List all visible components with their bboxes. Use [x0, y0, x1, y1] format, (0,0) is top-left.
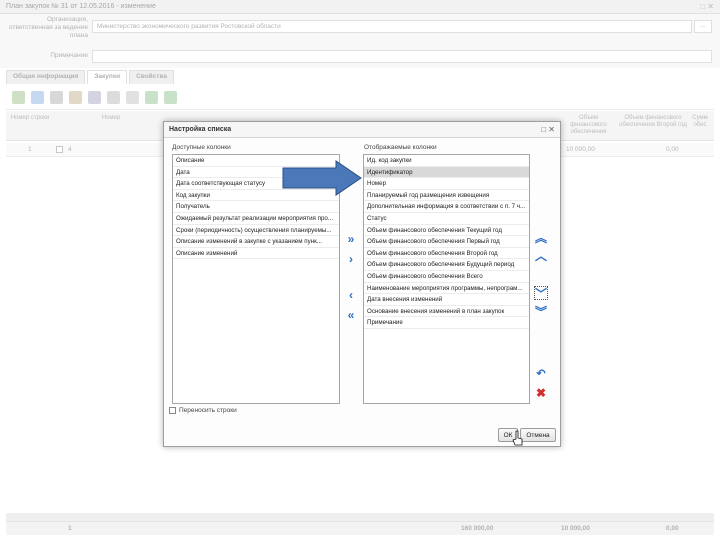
list-item[interactable]: Описание изменений	[173, 248, 339, 260]
move-all-left-icon[interactable]: «	[344, 308, 358, 322]
move-right-icon[interactable]: ›	[344, 252, 358, 266]
list-item[interactable]: Описание изменений в закупке с указанием…	[173, 236, 339, 248]
available-columns-label: Доступные колонки	[172, 144, 231, 151]
hand-cursor-icon	[512, 430, 523, 446]
list-item[interactable]: Объем финансового обеспечения Текущий го…	[364, 225, 529, 237]
list-item[interactable]: Наименование мероприятия программы, непр…	[364, 283, 529, 295]
list-item[interactable]: Номер	[364, 178, 529, 190]
move-down-icon[interactable]: ﹀	[534, 286, 548, 301]
displayed-columns-list[interactable]: Ид. код закупки Идентификатор Номер Планиру…	[363, 154, 530, 404]
wrap-lines-checkbox[interactable]	[169, 407, 176, 414]
annotation-arrow-icon	[282, 160, 362, 196]
cancel-button[interactable]: Отмена	[520, 428, 556, 442]
list-item[interactable]: Дополнительная информация в соответствии…	[364, 201, 529, 213]
delete-icon[interactable]: ✖	[534, 386, 548, 400]
list-item[interactable]: Объем финансового обеспечения Всего	[364, 271, 529, 283]
move-bottom-icon[interactable]: ︾	[534, 304, 548, 319]
move-all-right-icon[interactable]: »	[344, 232, 358, 246]
list-item[interactable]: Сроки (периодичность) осуществления план…	[173, 225, 339, 237]
move-left-icon[interactable]: ‹	[344, 288, 358, 302]
dialog-titlebar: Настройка списка □ ✕	[164, 122, 560, 138]
list-item[interactable]: Статус	[364, 213, 529, 225]
list-item[interactable]: Ожидаемый результат реализации мероприят…	[173, 213, 339, 225]
list-item[interactable]: Идентификатор	[364, 166, 529, 179]
list-item[interactable]: Примечание	[364, 317, 529, 329]
list-item[interactable]: Объем финансового обеспечения Второй год	[364, 248, 529, 260]
list-item[interactable]: Объем финансового обеспечения Первый год	[364, 236, 529, 248]
undo-icon[interactable]: ↶	[534, 366, 548, 380]
list-settings-dialog: Настройка списка □ ✕ Доступные колонки О…	[163, 121, 561, 447]
list-item[interactable]: Основание внесения изменений в план заку…	[364, 306, 529, 318]
displayed-columns-label: Отображаемые колонки	[364, 144, 437, 151]
move-top-icon[interactable]: ︽	[534, 230, 548, 245]
list-item[interactable]: Ид. код закупки	[364, 155, 529, 167]
dialog-title: Настройка списка	[169, 126, 232, 133]
list-item[interactable]: Объем финансового обеспечения Будущий пе…	[364, 259, 529, 271]
move-up-icon[interactable]: ︿	[534, 248, 548, 263]
wrap-lines-label: Переносить строки	[179, 407, 237, 414]
dialog-controls[interactable]: □ ✕	[541, 125, 555, 134]
list-item[interactable]: Дата внесения изменений	[364, 294, 529, 306]
list-item[interactable]: Планируемый год размещения извещения	[364, 190, 529, 202]
list-item[interactable]: Получатель	[173, 201, 339, 213]
wrap-lines-option[interactable]: Переносить строки	[169, 407, 237, 414]
